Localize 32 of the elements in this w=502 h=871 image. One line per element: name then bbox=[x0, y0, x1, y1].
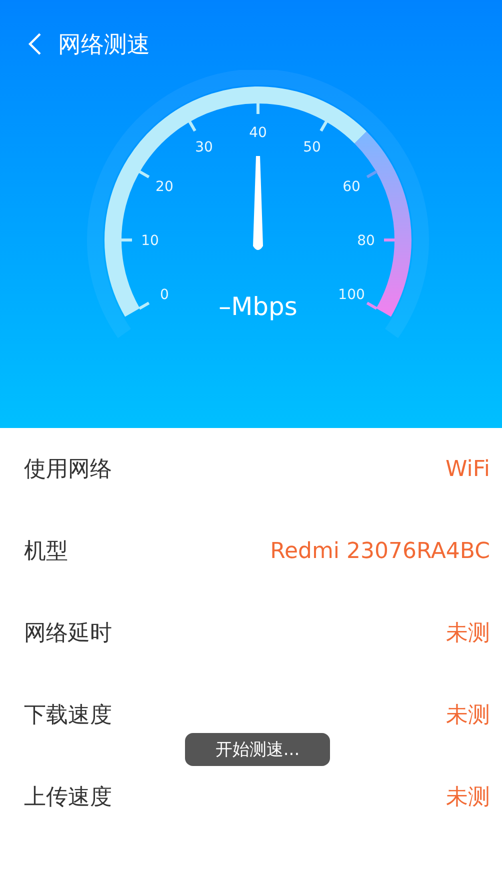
info-value: 未测 bbox=[446, 702, 490, 730]
gauge-tick bbox=[366, 170, 378, 178]
gauge-tick bbox=[256, 103, 260, 114]
gauge-tick bbox=[188, 120, 196, 132]
gauge-tick bbox=[366, 302, 378, 310]
gauge-label: 80 bbox=[357, 233, 375, 249]
gauge-label: 50 bbox=[303, 139, 321, 156]
gauge-label: 30 bbox=[195, 139, 213, 156]
gauge-label: 40 bbox=[249, 125, 267, 141]
speed-reading: –Mbps bbox=[218, 292, 298, 321]
gauge-tick bbox=[138, 302, 150, 310]
info-label: 机型 bbox=[24, 538, 68, 566]
gauge-label: 0 bbox=[160, 287, 169, 303]
gauge-label: 100 bbox=[338, 287, 365, 303]
back-icon[interactable] bbox=[28, 32, 42, 56]
gauge-tick bbox=[138, 170, 150, 178]
info-label: 上传速度 bbox=[24, 784, 112, 812]
info-value: 未测 bbox=[446, 620, 490, 648]
page-title: 网络测速 bbox=[58, 30, 150, 60]
info-value: WiFi bbox=[445, 456, 490, 482]
info-value: Redmi 23076RA4BC bbox=[270, 538, 490, 564]
info-label: 下载速度 bbox=[24, 702, 112, 730]
gauge-tick bbox=[384, 238, 395, 242]
gauge-label: 20 bbox=[156, 179, 174, 195]
gauge-label: 10 bbox=[141, 233, 159, 249]
info-label: 网络延时 bbox=[24, 620, 112, 648]
gauge-tick bbox=[121, 238, 132, 242]
gauge-label: 60 bbox=[342, 179, 360, 195]
gauge-tick bbox=[320, 120, 328, 132]
info-label: 使用网络 bbox=[24, 456, 112, 484]
toast-message: 开始测速... bbox=[185, 733, 330, 766]
info-value: 未测 bbox=[446, 784, 490, 812]
